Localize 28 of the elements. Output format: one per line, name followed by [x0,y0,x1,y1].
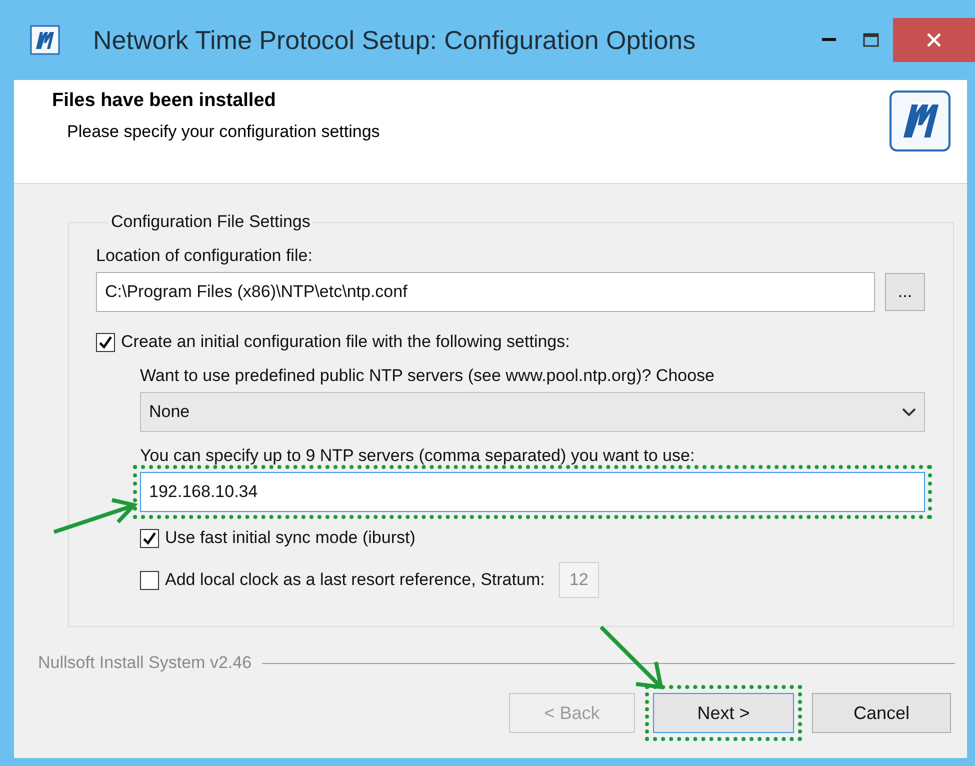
chevron-down-icon [902,408,916,416]
checkbox[interactable] [140,528,159,548]
checkbox-label: Use fast initial sync mode (iburst) [165,528,416,548]
field-label: Location of configuration file: [96,246,314,266]
close-button[interactable] [893,18,975,62]
window-title: Network Time Protocol Setup: Configuration Options [93,24,696,56]
checkbox-label: Create an initial configuration file with the following settings: [121,332,570,352]
app-icon [30,25,60,55]
group-title: Configuration File Settings [110,212,312,232]
check-icon [142,530,157,546]
dialog-button[interactable]: Cancel [812,693,951,733]
checkbox-label: Add local clock as a last resort reference, Stratum: [165,570,545,590]
maximize-icon [863,33,879,47]
close-icon [926,32,942,48]
page-title: Files have been installed [52,90,277,112]
checkbox[interactable] [140,570,159,590]
check-icon [98,334,113,350]
logo-icon [889,90,951,152]
path-field[interactable]: C:\Program Files (x86)\NTP\etc\ntp.conf [96,272,875,312]
page-subtitle: Please specify your configuration settings [67,122,380,142]
field-label: You can specify up to 9 NTP servers (comma separated) you want to use: [140,446,696,466]
arrow-drawing [598,624,666,692]
field-label: Want to use predefined public NTP servers (see www.pool.ntp.org)? Choose [140,366,716,386]
installer-brand: Nullsoft Install System v2.46 [38,653,252,673]
minimize-icon [822,38,836,42]
server-dropdown[interactable]: None [140,392,925,432]
browse-button[interactable]: ... [885,273,925,311]
checkbox[interactable] [96,332,115,352]
